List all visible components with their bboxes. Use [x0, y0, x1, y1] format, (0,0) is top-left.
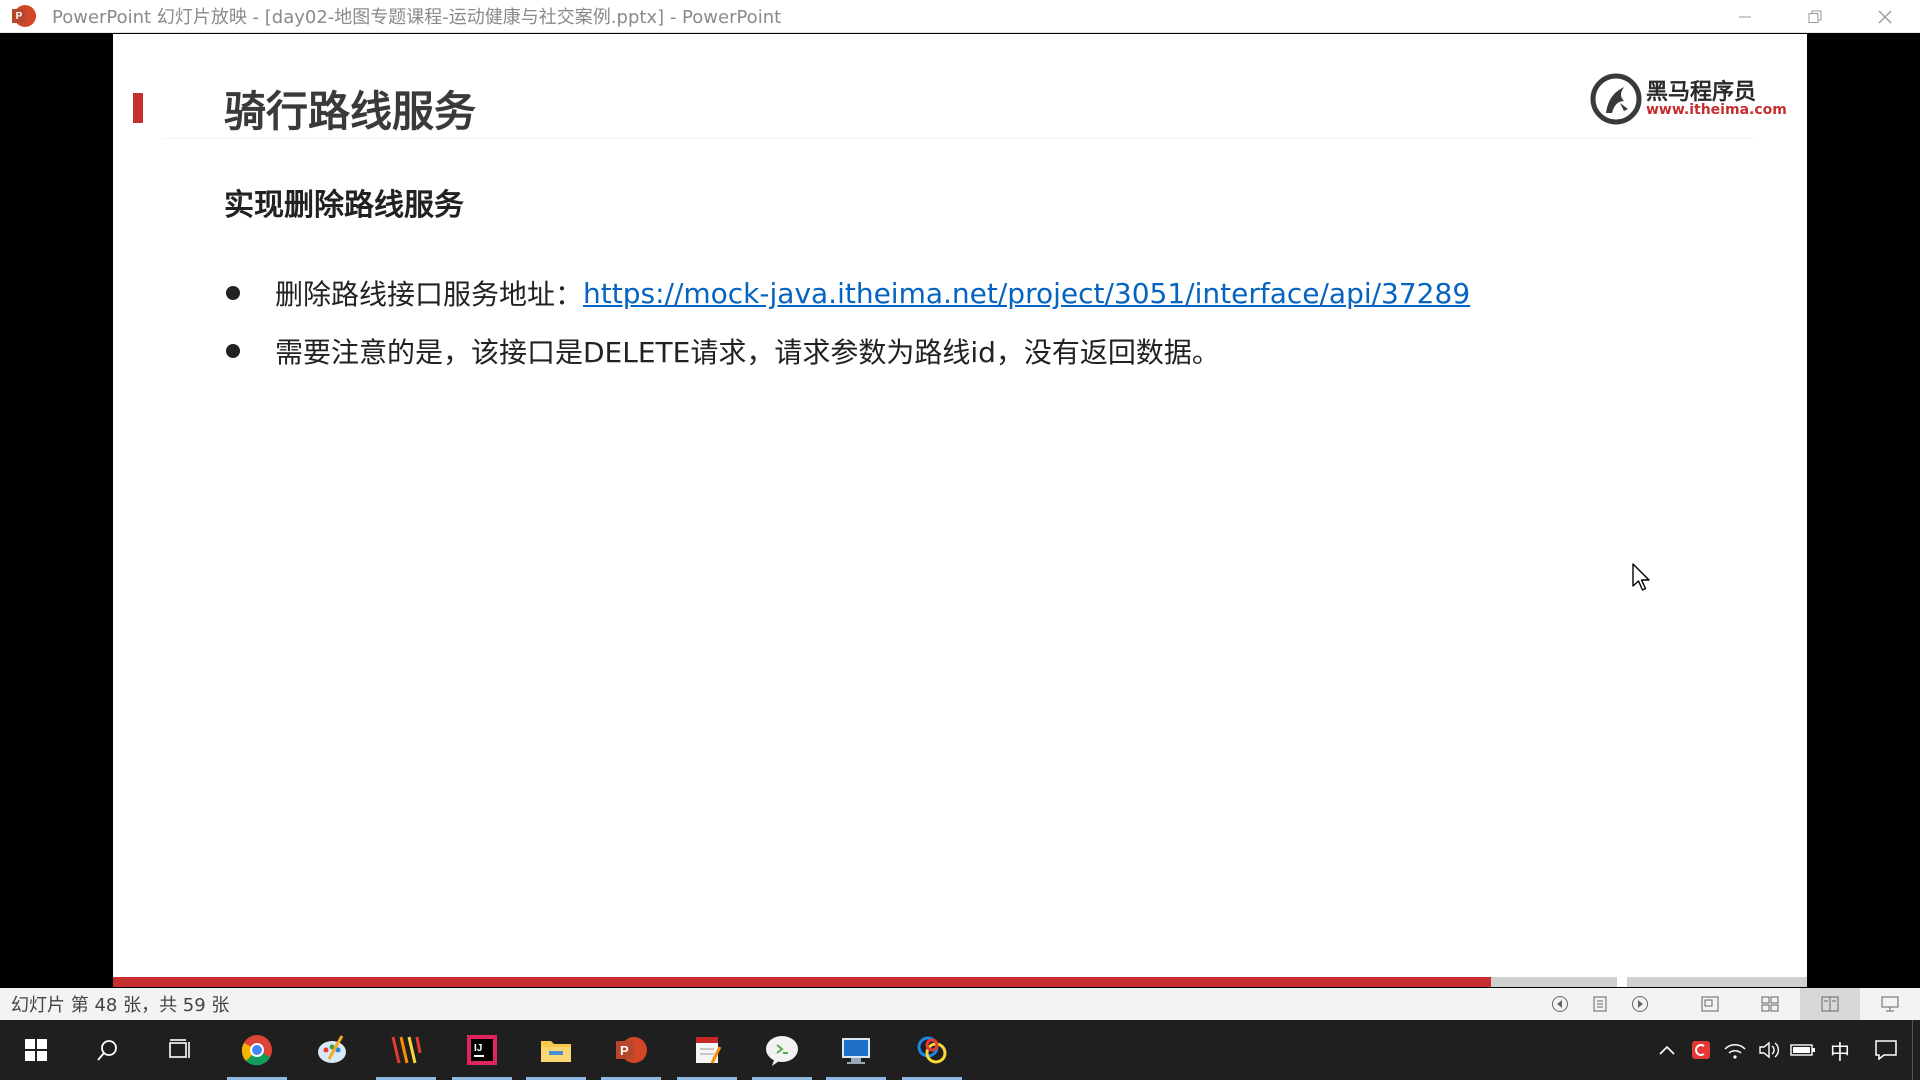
- bullet-icon: [226, 344, 240, 358]
- volume-icon[interactable]: [1752, 1020, 1786, 1080]
- brand-url: www.itheima.com: [1646, 102, 1787, 118]
- title-accent-bar: [133, 93, 143, 123]
- api-link[interactable]: https://mock-java.itheima.net/project/30…: [583, 277, 1470, 310]
- mouse-cursor-icon: [1632, 563, 1650, 591]
- show-desktop-button[interactable]: [1912, 1020, 1920, 1080]
- title-bar: P PowerPoint 幻灯片放映 - [day02-地图专题课程-运动健康与…: [0, 0, 1920, 33]
- bullet-list: 删除路线接口服务地址： https://mock-java.itheima.ne…: [224, 264, 1470, 380]
- previous-icon[interactable]: [1540, 988, 1580, 1020]
- horse-logo-icon: [1590, 73, 1642, 125]
- app-w-icon[interactable]: [376, 1020, 436, 1080]
- slide-counter: 幻灯片 第 48 张，共 59 张: [11, 995, 230, 1016]
- restore-icon: [1808, 10, 1822, 23]
- powerpoint-taskbar-icon[interactable]: P: [601, 1020, 661, 1080]
- close-icon: [1878, 10, 1892, 23]
- search-icon[interactable]: [78, 1020, 138, 1080]
- wifi-icon[interactable]: [1718, 1020, 1752, 1080]
- notes-app-icon[interactable]: [677, 1020, 737, 1080]
- task-view-icon[interactable]: [150, 1020, 210, 1080]
- progress-fill: [113, 977, 1492, 987]
- remote-desktop-icon[interactable]: [826, 1020, 886, 1080]
- intellij-icon[interactable]: IJ: [452, 1020, 512, 1080]
- chrome-icon[interactable]: [227, 1020, 287, 1080]
- chevron-up-icon[interactable]: [1650, 1020, 1684, 1080]
- notes-icon[interactable]: [1580, 988, 1620, 1020]
- notification-icon[interactable]: [1860, 1020, 1912, 1080]
- reading-view-icon[interactable]: [1800, 988, 1860, 1020]
- bullet-prefix: 删除路线接口服务地址：: [275, 278, 584, 311]
- bullet-text: 需要注意的是，该接口是DELETE请求，请求参数为路线id，没有返回数据。: [275, 336, 1220, 369]
- list-item: 需要注意的是，该接口是DELETE请求，请求参数为路线id，没有返回数据。: [224, 322, 1470, 380]
- view-controls: [1540, 988, 1920, 1020]
- wechat-icon[interactable]: [752, 1020, 812, 1080]
- bullet-icon: [226, 286, 240, 300]
- slide-canvas[interactable]: 骑行路线服务 黑马程序员 www.itheima.com 实现删除路线服务 删除…: [113, 34, 1807, 987]
- normal-view-icon[interactable]: [1680, 988, 1740, 1020]
- status-bar: 幻灯片 第 48 张，共 59 张: [0, 988, 1920, 1020]
- powerpoint-icon[interactable]: P: [12, 3, 38, 29]
- next-icon[interactable]: [1620, 988, 1660, 1020]
- red-app-icon[interactable]: [1684, 1020, 1718, 1080]
- slide-title: 骑行路线服务: [224, 87, 477, 136]
- close-button[interactable]: [1850, 0, 1920, 33]
- brand-logo: 黑马程序员 www.itheima.com: [1590, 70, 1790, 130]
- system-tray: 中: [1650, 1020, 1920, 1080]
- svg-text:IJ: IJ: [474, 1043, 482, 1054]
- ime-indicator[interactable]: 中: [1820, 1020, 1860, 1080]
- svg-text:P: P: [620, 1043, 629, 1058]
- window-controls: [1710, 0, 1920, 33]
- file-explorer-icon[interactable]: [526, 1020, 586, 1080]
- restore-button[interactable]: [1780, 0, 1850, 33]
- slide-sorter-icon[interactable]: [1740, 988, 1800, 1020]
- progress-marker: [1617, 977, 1627, 987]
- slide-subtitle: 实现删除路线服务: [224, 188, 464, 223]
- minimize-button[interactable]: [1710, 0, 1780, 33]
- browser-icon[interactable]: [902, 1020, 962, 1080]
- title-divider: [163, 138, 1753, 139]
- minimize-icon: [1739, 16, 1751, 17]
- paint-icon[interactable]: [302, 1020, 362, 1080]
- window-title: PowerPoint 幻灯片放映 - [day02-地图专题课程-运动健康与社交…: [52, 7, 782, 28]
- list-item: 删除路线接口服务地址： https://mock-java.itheima.ne…: [224, 264, 1470, 322]
- windows-start-icon[interactable]: [6, 1020, 66, 1080]
- battery-icon[interactable]: [1786, 1020, 1820, 1080]
- slideshow-icon[interactable]: [1860, 988, 1920, 1020]
- taskbar: IJ P 中: [0, 1020, 1920, 1080]
- slideshow-progress-bar: [113, 977, 1807, 987]
- powerpoint-icon-letter: P: [12, 9, 26, 23]
